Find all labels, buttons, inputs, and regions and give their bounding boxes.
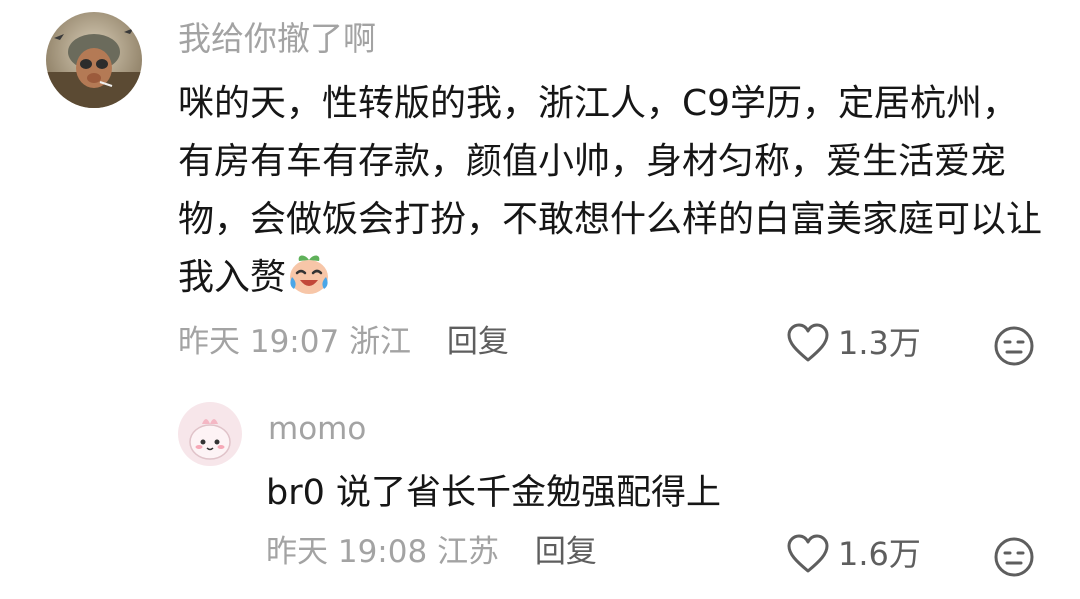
comment-location: 浙江 (349, 324, 412, 360)
comment-time: 昨天 19:08 (266, 534, 428, 570)
comment-username[interactable]: 我给你撤了啊 (178, 22, 376, 55)
pink-bunny-avatar-icon[interactable] (178, 402, 242, 466)
comment-meta: 昨天 19:07 浙江 回复 (178, 327, 509, 358)
comment: 我给你撤了啊 咪的天，性转版的我，浙江人，C9学历，定居杭州，有房有车有存款，颜… (0, 0, 1080, 380)
heart-icon (787, 323, 829, 362)
dislike-button[interactable] (993, 325, 1035, 371)
comment-username[interactable]: momo (268, 414, 366, 445)
crying-laughing-peach-emoji (286, 251, 332, 297)
reply-button[interactable]: 回复 (447, 324, 509, 360)
like-button[interactable]: 1.3万 (786, 323, 921, 363)
soldier-avatar-icon[interactable] (46, 12, 142, 108)
reply-comment: momo br0 说了省长千金勉强配得上 昨天 19:08 江苏 回复 1.6万 (0, 380, 1080, 599)
comment-location: 江苏 (437, 534, 500, 570)
neutral-face-icon (994, 326, 1034, 366)
comment-text: 咪的天，性转版的我，浙江人，C9学历，定居杭州，有房有车有存款，颜值小帅，身材匀… (178, 75, 1048, 307)
reply-button[interactable]: 回复 (535, 534, 597, 570)
neutral-face-icon (994, 537, 1034, 577)
heart-icon (787, 534, 829, 573)
comment-meta: 昨天 19:08 江苏 回复 (266, 537, 597, 568)
like-count: 1.3万 (838, 324, 921, 362)
comment-text: br0 说了省长千金勉强配得上 (266, 473, 722, 513)
dislike-button[interactable] (993, 536, 1035, 582)
like-button[interactable]: 1.6万 (786, 534, 921, 574)
like-count: 1.6万 (838, 535, 921, 573)
comment-time: 昨天 19:07 (178, 324, 340, 360)
